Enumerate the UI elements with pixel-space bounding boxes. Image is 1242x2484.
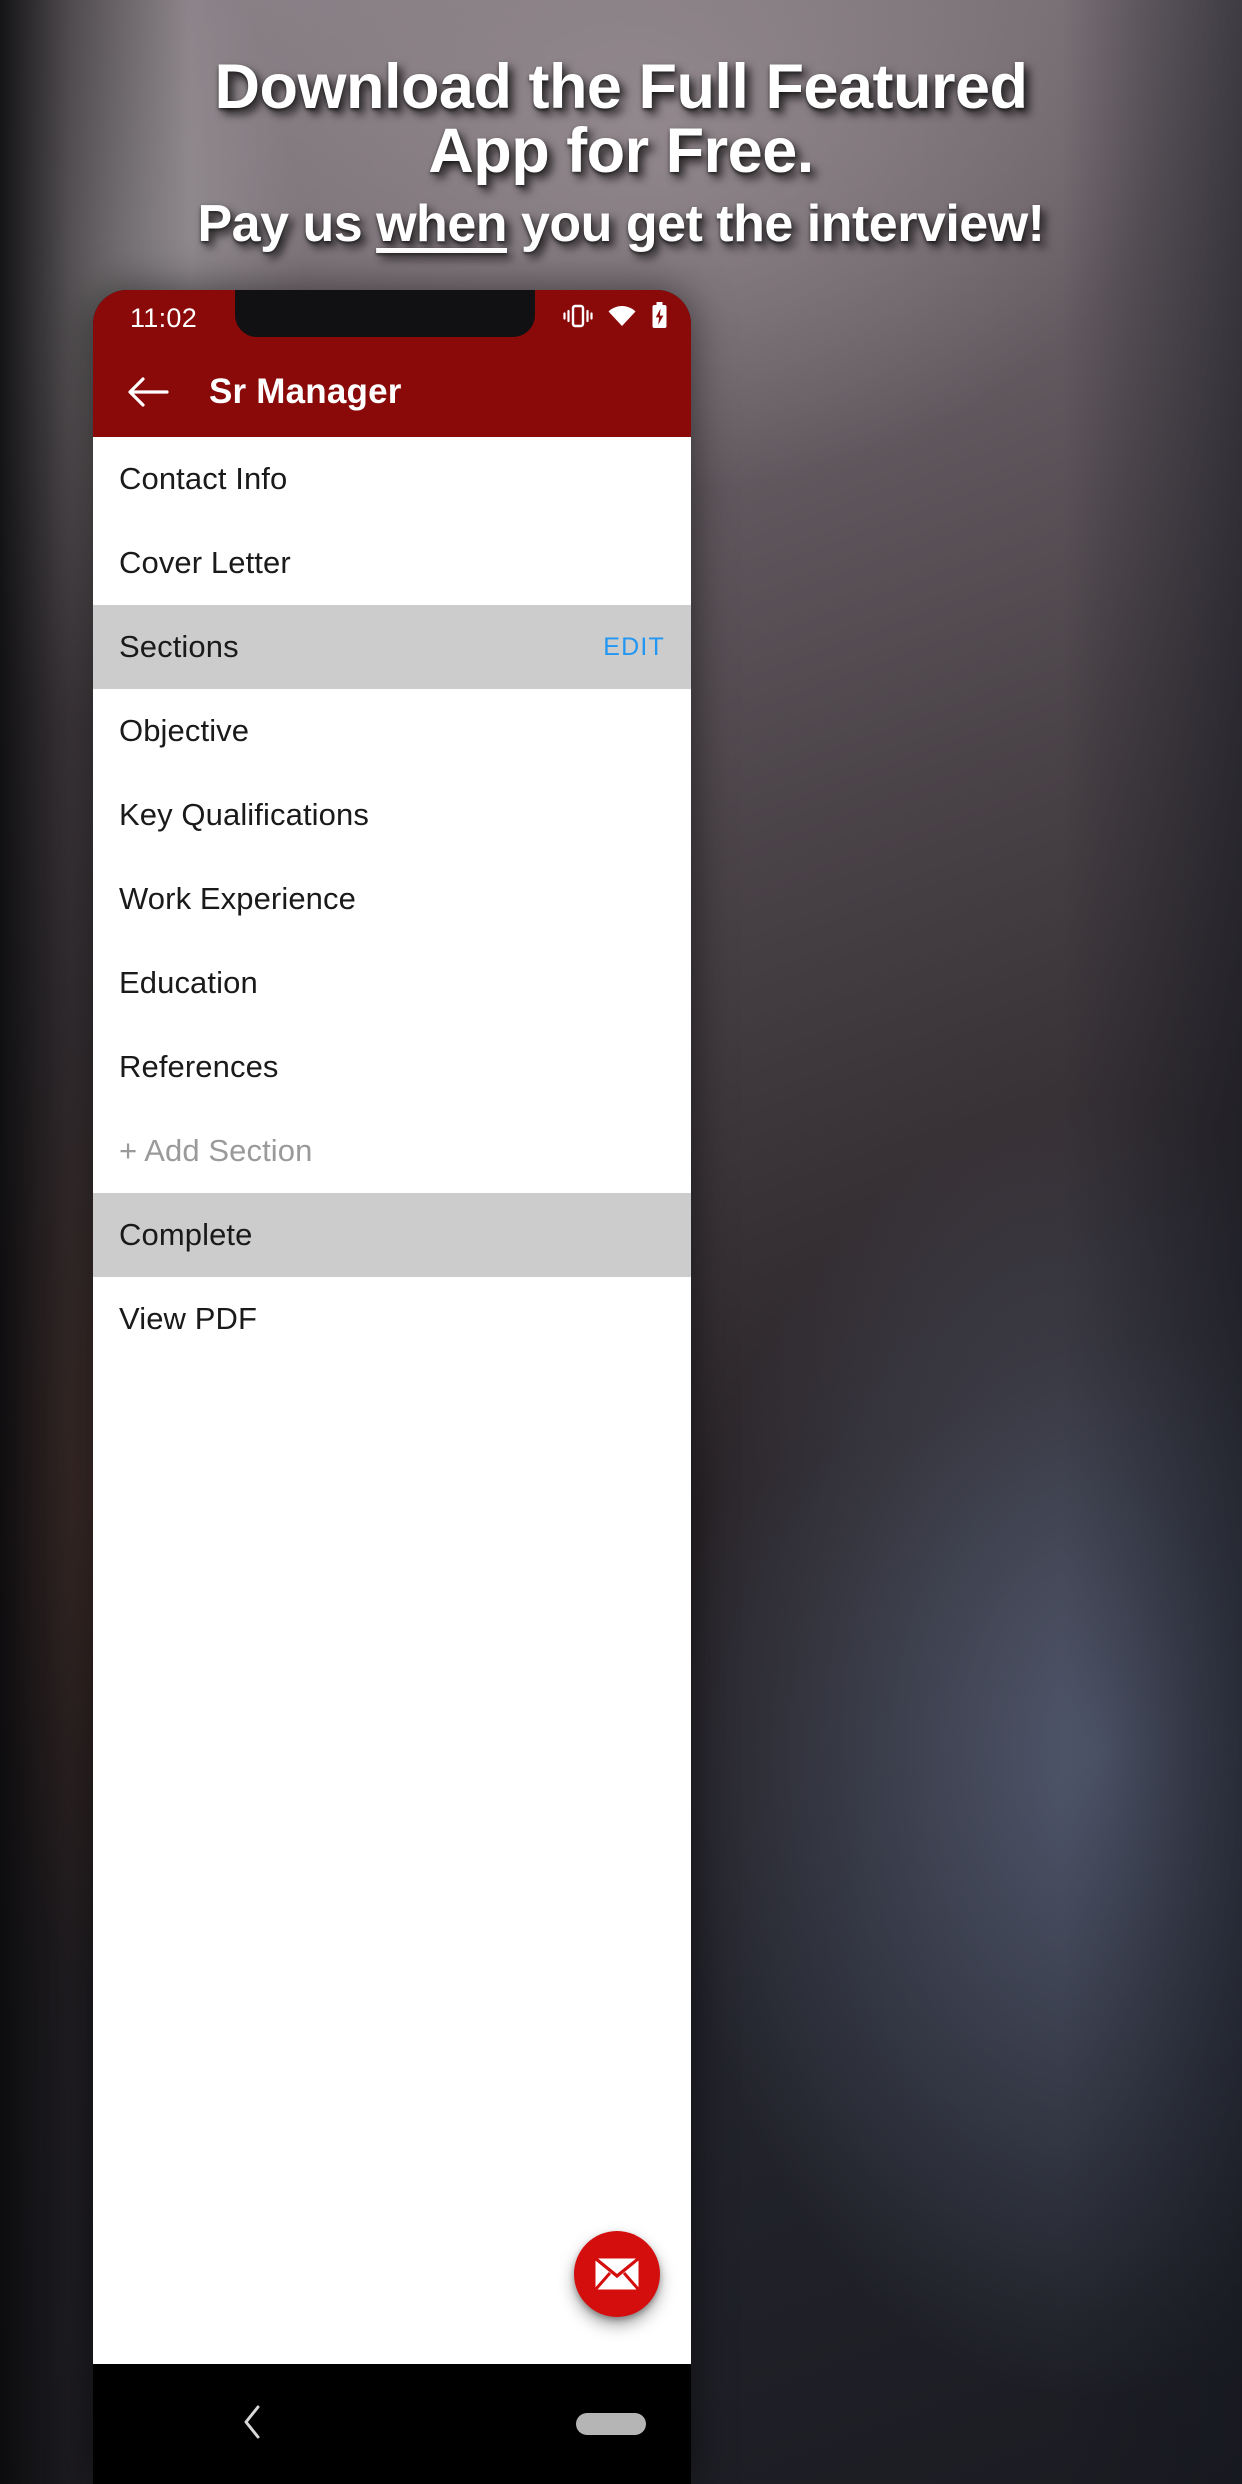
edit-sections-button[interactable]: EDIT (603, 633, 665, 662)
list-item-education[interactable]: Education (93, 941, 691, 1025)
list-item-label: Work Experience (119, 881, 356, 916)
battery-charging-icon (651, 302, 668, 329)
list-item-work-experience[interactable]: Work Experience (93, 857, 691, 941)
phone-screen: 11:02 Sr Manager Contact Info Cover Lett… (93, 290, 691, 2484)
email-icon (594, 2257, 640, 2291)
list-item-contact-info[interactable]: Contact Info (93, 437, 691, 521)
list-item-label: Contact Info (119, 461, 288, 496)
email-fab-button[interactable] (574, 2231, 660, 2317)
page-title: Sr Manager (209, 372, 402, 411)
status-bar-icons (563, 302, 668, 329)
phone-mockup: 11:02 Sr Manager Contact Info Cover Lett… (93, 290, 691, 2484)
section-header-label: Sections (119, 629, 239, 664)
list-item-label: Objective (119, 713, 250, 748)
list-item-label: Cover Letter (119, 545, 291, 580)
display-notch (235, 290, 535, 337)
list-item-objective[interactable]: Objective (93, 689, 691, 773)
list-item-key-qualifications[interactable]: Key Qualifications (93, 773, 691, 857)
system-nav-bar (93, 2364, 691, 2484)
wifi-icon (607, 304, 637, 328)
resume-section-list: Contact Info Cover Letter Sections EDIT … (93, 437, 691, 2364)
section-header-complete: Complete (93, 1193, 691, 1277)
list-item-label: View PDF (119, 1301, 258, 1336)
status-bar: 11:02 (93, 290, 691, 347)
vibrate-icon (563, 303, 593, 329)
list-item-label: Key Qualifications (119, 797, 369, 832)
list-item-view-pdf[interactable]: View PDF (93, 1277, 691, 1361)
list-item-references[interactable]: References (93, 1025, 691, 1109)
app-bar: Sr Manager (93, 347, 691, 437)
back-arrow-icon[interactable] (111, 375, 185, 409)
list-item-label: Education (119, 965, 258, 1000)
list-item-label: References (119, 1049, 279, 1084)
chevron-left-icon[interactable] (239, 2402, 265, 2447)
status-bar-clock: 11:02 (130, 303, 198, 333)
home-pill[interactable] (576, 2413, 646, 2435)
section-header-label: Complete (119, 1217, 253, 1252)
add-section-button[interactable]: + Add Section (93, 1109, 691, 1193)
section-header-sections: Sections EDIT (93, 605, 691, 689)
add-section-label: + Add Section (119, 1133, 313, 1168)
list-item-cover-letter[interactable]: Cover Letter (93, 521, 691, 605)
